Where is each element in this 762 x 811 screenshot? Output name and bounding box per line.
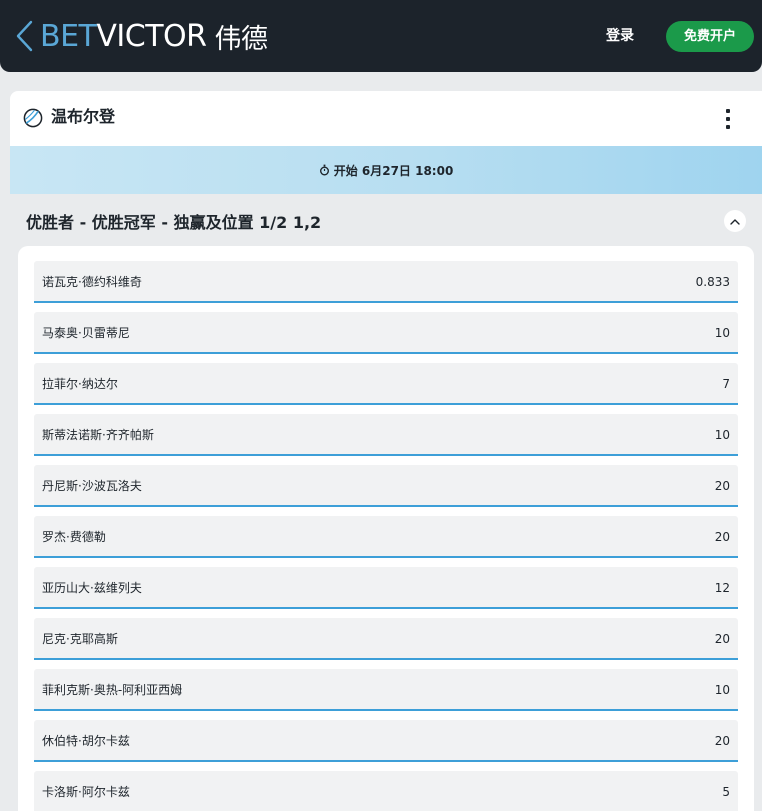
selection-name: 亚历山大·兹维列夫	[42, 581, 142, 595]
selection-row[interactable]: 丹尼斯·沙波瓦洛夫 20	[34, 465, 738, 507]
selection-odds: 0.833	[695, 275, 730, 289]
selection-odds: 10	[714, 428, 730, 442]
selection-name: 马泰奥·贝雷蒂尼	[42, 326, 130, 340]
stopwatch-icon	[319, 164, 329, 176]
collapse-button[interactable]	[724, 210, 746, 232]
logo-bet-text: BET	[40, 18, 97, 54]
event-card: 温布尔登 开始 6月27日 18:00	[10, 91, 762, 194]
selection-row[interactable]: 罗杰·费德勒 20	[34, 516, 738, 558]
register-button[interactable]: 免费开户	[666, 21, 754, 52]
selection-row[interactable]: 诺瓦克·德约科维奇 0.833	[34, 261, 738, 303]
selection-odds: 10	[714, 683, 730, 697]
selection-odds: 5	[722, 785, 730, 799]
selection-name: 斯蒂法诺斯·齐齐帕斯	[42, 428, 154, 442]
start-time-banner: 开始 6月27日 18:00	[10, 146, 762, 194]
selection-name: 拉菲尔·纳达尔	[42, 377, 118, 391]
tennis-ball-icon	[23, 108, 43, 128]
kebab-menu-icon[interactable]	[718, 107, 738, 131]
start-time-text: 开始 6月27日 18:00	[333, 163, 454, 178]
event-title: 温布尔登	[51, 107, 116, 126]
selection-row[interactable]: 亚历山大·兹维列夫 12	[34, 567, 738, 609]
selection-odds: 20	[714, 632, 730, 646]
selection-name: 丹尼斯·沙波瓦洛夫	[42, 479, 142, 493]
selection-row[interactable]: 休伯特·胡尔卡兹 20	[34, 720, 738, 762]
logo-victor-text: VICTOR	[96, 18, 207, 54]
chevron-up-icon	[730, 218, 740, 225]
selection-name: 诺瓦克·德约科维奇	[42, 275, 142, 289]
selection-row[interactable]: 尼克·克耶高斯 20	[34, 618, 738, 660]
selections-list: 诺瓦克·德约科维奇 0.833 马泰奥·贝雷蒂尼 10 拉菲尔·纳达尔 7 斯蒂…	[18, 246, 754, 811]
selection-odds: 7	[722, 377, 730, 391]
selection-row[interactable]: 卡洛斯·阿尔卡兹 5	[34, 771, 738, 811]
selection-name: 卡洛斯·阿尔卡兹	[42, 785, 130, 799]
selection-name: 休伯特·胡尔卡兹	[42, 734, 130, 748]
selection-name: 菲利克斯·奥热-阿利亚西姆	[42, 683, 183, 697]
selection-name: 罗杰·费德勒	[42, 530, 106, 544]
logo-chinese-text: 伟德	[214, 23, 268, 55]
betvictor-logo[interactable]: BET VICTOR 伟德	[40, 17, 268, 55]
event-header: 温布尔登	[10, 91, 762, 146]
selection-odds: 20	[714, 530, 730, 544]
selection-odds: 20	[714, 479, 730, 493]
selection-name: 尼克·克耶高斯	[42, 632, 118, 646]
selection-row[interactable]: 斯蒂法诺斯·齐齐帕斯 10	[34, 414, 738, 456]
selection-odds: 10	[714, 326, 730, 340]
login-button[interactable]: 登录	[598, 23, 642, 49]
top-navigation-bar: BET VICTOR 伟德 登录 免费开户	[0, 0, 762, 72]
selection-odds: 20	[714, 734, 730, 748]
selection-row[interactable]: 拉菲尔·纳达尔 7	[34, 363, 738, 405]
selection-row[interactable]: 马泰奥·贝雷蒂尼 10	[34, 312, 738, 354]
chevron-left-icon[interactable]	[14, 20, 36, 52]
market-title: 优胜者 - 优胜冠军 - 独赢及位置 1/2 1,2	[26, 213, 322, 232]
market-header[interactable]: 优胜者 - 优胜冠军 - 独赢及位置 1/2 1,2	[10, 194, 762, 246]
selection-odds: 12	[714, 581, 730, 595]
selection-row[interactable]: 菲利克斯·奥热-阿利亚西姆 10	[34, 669, 738, 711]
